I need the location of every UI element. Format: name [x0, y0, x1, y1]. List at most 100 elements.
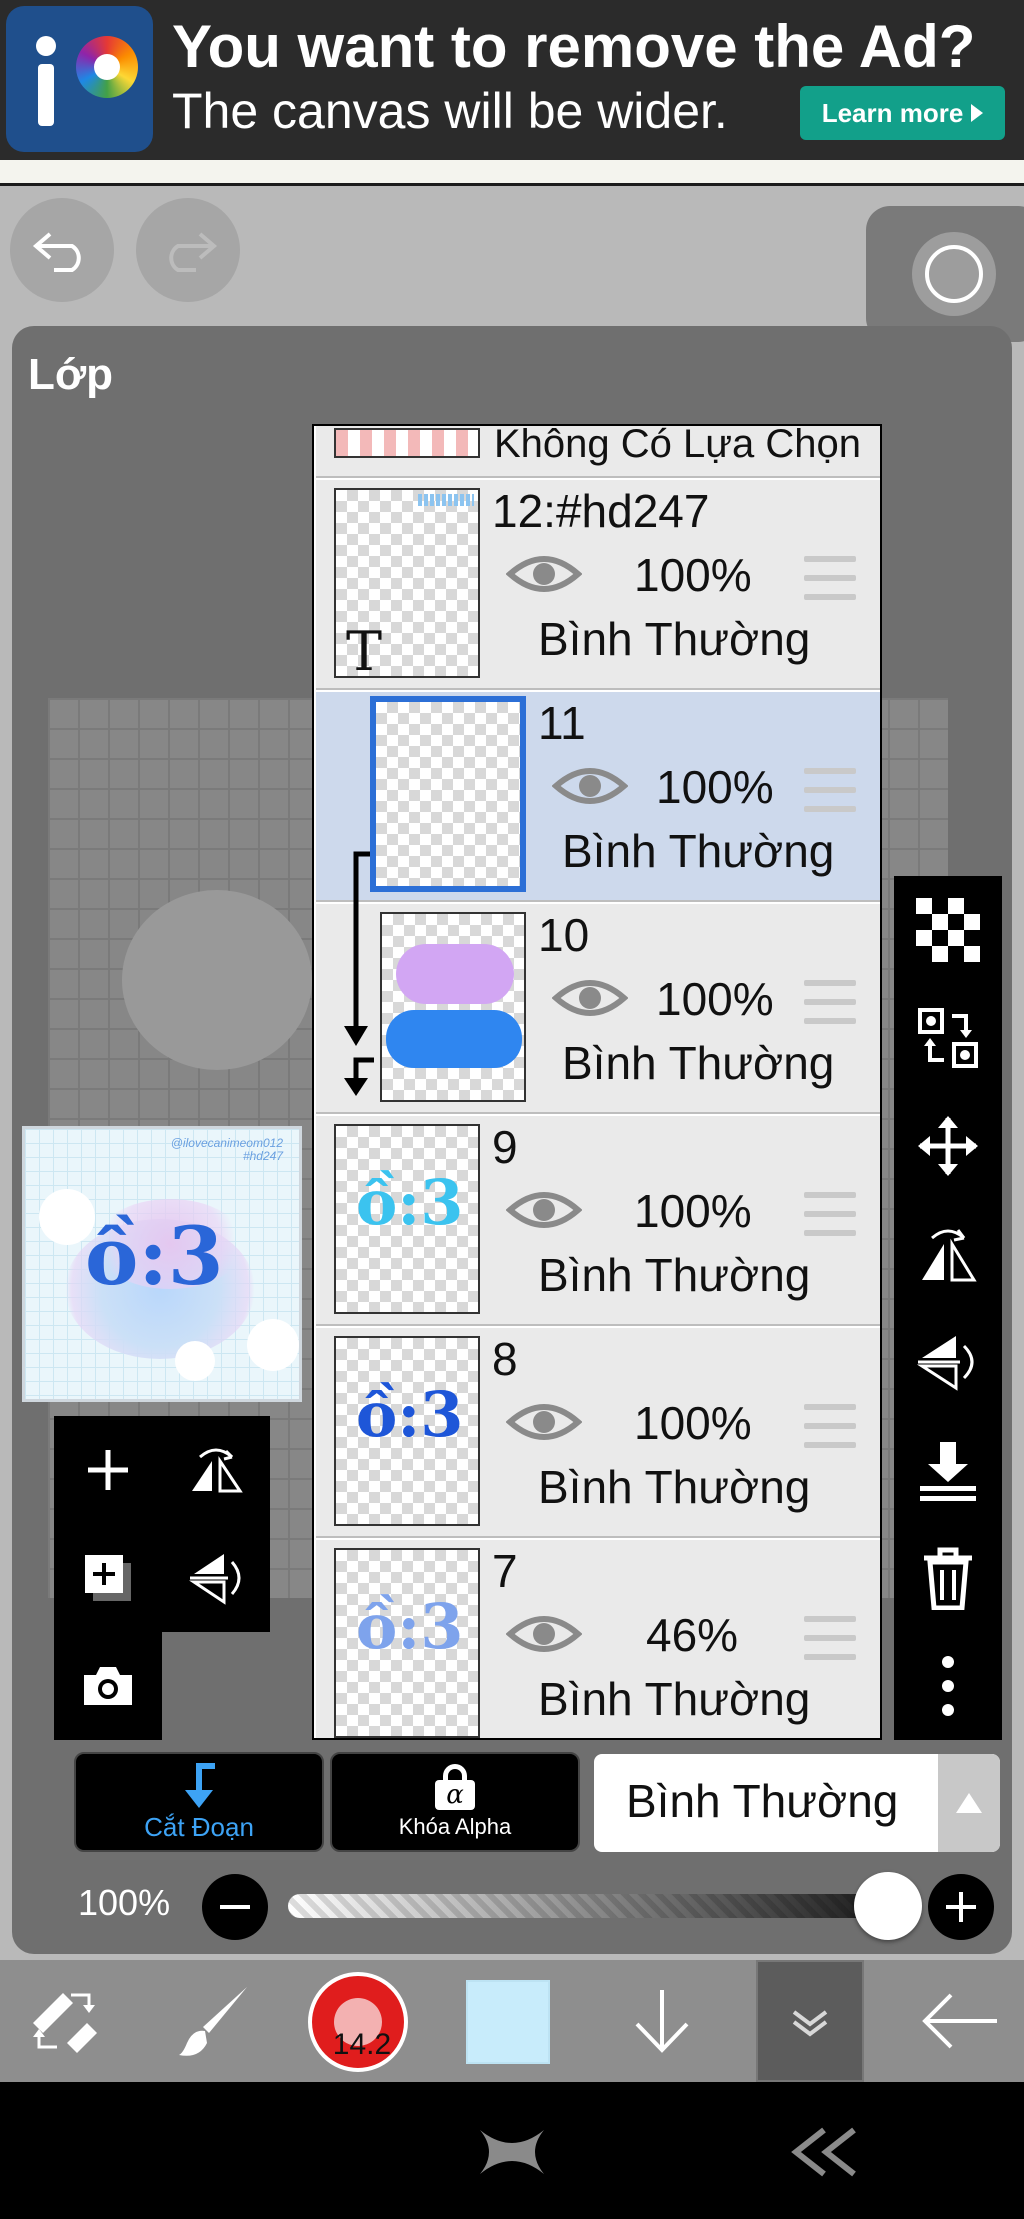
camera-button[interactable]: [54, 1632, 162, 1740]
redo-icon: [169, 232, 218, 272]
canvas-top-strip: [0, 160, 1024, 186]
layer-side-toolbar: [894, 876, 1002, 1740]
ad-banner[interactable]: You want to remove the Ad? The canvas wi…: [0, 0, 1024, 160]
clipping-button[interactable]: Cắt Đoạn: [74, 1752, 324, 1852]
learn-more-button[interactable]: Learn more: [800, 86, 1005, 140]
play-arrow-icon: [971, 104, 984, 122]
layer-row-selected[interactable]: 11 100% Bình Thường: [316, 692, 880, 902]
flip-horizontal-icon: [922, 1229, 977, 1282]
flip-horizontal-side-button[interactable]: [894, 1200, 1002, 1308]
more-options-button[interactable]: [894, 1632, 1002, 1740]
layer-row[interactable]: ồ:3 9 100% Bình Thường: [316, 1116, 880, 1326]
add-layer-button[interactable]: [54, 1416, 162, 1524]
merge-down-button[interactable]: [894, 1416, 1002, 1524]
alpha-lock-button[interactable]: α Khóa Alpha: [330, 1752, 580, 1852]
canvas-shape: [122, 890, 312, 1070]
opacity-slider[interactable]: [288, 1894, 888, 1918]
layer-name: 9: [492, 1121, 518, 1173]
layer-row[interactable]: 10 100% Bình Thường: [316, 904, 880, 1114]
layer-blend-mode: Bình Thường: [538, 1249, 811, 1301]
clipping-arrow-icon: [344, 851, 374, 1096]
transparent-fill-button[interactable]: [894, 876, 1002, 984]
eye-icon[interactable]: [506, 552, 582, 596]
opacity-decrease-button[interactable]: [202, 1874, 268, 1940]
drag-handle-icon[interactable]: [804, 980, 856, 1024]
down-arrow-button[interactable]: [612, 1960, 712, 2082]
layers-list[interactable]: Không Có Lựa Chọn T 12:#hd247 100% Bình …: [312, 424, 882, 1740]
lock-icon: α: [433, 1764, 477, 1810]
layer-opacity: 100%: [634, 549, 752, 601]
layer-blend-mode: Bình Thường: [538, 1673, 811, 1725]
close-ribbon-icon[interactable]: [476, 2126, 548, 2178]
canvas-preview-thumbnail[interactable]: @ilovecanimeom012 #hd247 ồ:3: [22, 1126, 302, 1402]
drag-handle-icon[interactable]: [804, 768, 856, 812]
opacity-increase-button[interactable]: [928, 1874, 994, 1940]
alpha-lock-label: Khóa Alpha: [398, 1814, 512, 1839]
preview-artwork: ồ:3: [85, 1209, 224, 1303]
tool-selection-button[interactable]: [10, 1960, 120, 2082]
preview-watermark: @ilovecanimeom012 #hd247: [170, 1136, 283, 1163]
swap-layer-button[interactable]: [894, 984, 1002, 1092]
circle-icon: [912, 232, 996, 316]
merge-down-icon: [920, 1442, 976, 1501]
ibispaint-logo: [6, 6, 153, 152]
flip-horizontal-button[interactable]: [162, 1416, 270, 1524]
layer-name: 12:#hd247: [492, 485, 710, 537]
plus-icon: [88, 1450, 128, 1490]
layer-thumbnail: [380, 912, 526, 1102]
drag-handle-icon[interactable]: [804, 1404, 856, 1448]
back-button[interactable]: [904, 1960, 1014, 2082]
brush-tool-button[interactable]: [160, 1960, 270, 2082]
dropdown-arrow-icon[interactable]: [938, 1754, 1000, 1852]
trash-icon: [924, 1547, 972, 1610]
layer-opacity: 100%: [656, 761, 774, 813]
move-icon: [918, 1116, 978, 1176]
delete-layer-button[interactable]: [894, 1524, 1002, 1632]
chevron-double-left-icon[interactable]: [790, 2126, 860, 2178]
brush-size-indicator[interactable]: 14.2: [308, 1972, 408, 2072]
flip-horizontal-icon: [192, 1448, 243, 1493]
selection-layer-label: Không Có Lựa Chọn: [494, 424, 862, 466]
thumb-artwork: ồ:3: [356, 1166, 464, 1239]
redo-button[interactable]: [136, 198, 240, 302]
checkerboard-icon: [916, 898, 980, 962]
thumb-text-preview: [418, 494, 474, 506]
drag-handle-icon[interactable]: [804, 1616, 856, 1660]
eye-icon[interactable]: [506, 1612, 582, 1656]
opacity-value: 100%: [78, 1882, 171, 1923]
opacity-slider-knob[interactable]: [854, 1872, 922, 1940]
drag-handle-icon[interactable]: [804, 1192, 856, 1236]
blend-mode-select[interactable]: Bình Thường: [594, 1754, 1000, 1852]
layer-row[interactable]: T 12:#hd247 100% Bình Thường: [316, 480, 880, 690]
color-swatch[interactable]: [466, 1980, 550, 2064]
duplicate-layer-button[interactable]: [54, 1524, 162, 1632]
undo-button[interactable]: [10, 198, 114, 302]
eye-icon[interactable]: [552, 976, 628, 1020]
blend-mode-value: Bình Thường: [626, 1775, 899, 1827]
eye-icon[interactable]: [552, 764, 628, 808]
eye-icon[interactable]: [506, 1188, 582, 1232]
layer-thumbnail: ồ:3: [334, 1124, 480, 1314]
eye-icon[interactable]: [506, 1400, 582, 1444]
layer-name: 11: [538, 697, 586, 749]
selection-layer-row[interactable]: Không Có Lựa Chọn: [316, 424, 880, 478]
layer-blend-mode: Bình Thường: [538, 613, 811, 665]
chevron-double-down-icon: [792, 2010, 828, 2037]
thumb-blue-cloud: [386, 1010, 522, 1068]
camera-icon: [84, 1667, 132, 1705]
flip-vertical-side-button[interactable]: [894, 1308, 1002, 1416]
brush-icon: [179, 1987, 247, 2056]
layer-panel-button[interactable]: [756, 1960, 864, 2082]
layer-opacity: 46%: [646, 1609, 739, 1661]
flip-vertical-button[interactable]: [162, 1524, 270, 1632]
layer-row[interactable]: ồ:3 8 100% Bình Thường: [316, 1328, 880, 1538]
ad-title: You want to remove the Ad?: [172, 13, 976, 80]
layer-row[interactable]: ồ:3 7 46% Bình Thường: [316, 1540, 880, 1738]
move-layer-button[interactable]: [894, 1092, 1002, 1200]
thumb-purple-cloud: [396, 944, 514, 1004]
layer-opacity: 100%: [656, 973, 774, 1025]
layer-thumbnail: [370, 696, 526, 892]
clipping-label: Cắt Đoạn: [144, 1811, 254, 1842]
quick-brush-button[interactable]: [866, 206, 1024, 342]
drag-handle-icon[interactable]: [804, 556, 856, 600]
